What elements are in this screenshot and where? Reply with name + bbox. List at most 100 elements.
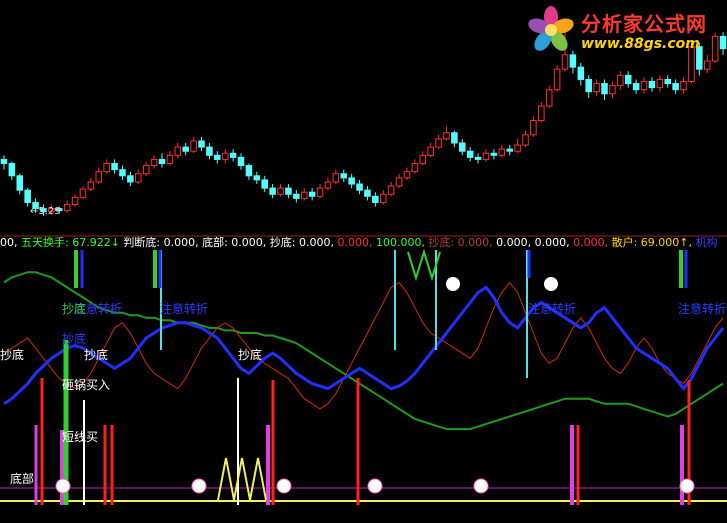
candle-body <box>530 119 537 136</box>
smiley-icon <box>276 478 292 494</box>
status-item: 五天换手: 67.922↓ <box>17 236 120 249</box>
candle-body <box>672 83 679 91</box>
candle-body <box>285 187 292 195</box>
indicator-label: 注意转折 <box>528 302 577 316</box>
candle-body <box>269 187 276 195</box>
candle-body <box>0 158 8 164</box>
status-item: 100.000, <box>372 236 425 249</box>
candle-body <box>624 74 632 85</box>
stock-chart <box>0 30 727 505</box>
candle-body <box>316 187 324 197</box>
candle-body <box>585 78 592 93</box>
candle-body <box>609 85 616 95</box>
site-logo: 分析家公式网 www.88gs.com <box>523 4 723 56</box>
smiley-icon <box>446 277 460 291</box>
candle-body <box>16 175 24 191</box>
status-item: 0.000, <box>531 236 570 249</box>
low-price-marker: ←5.29 <box>30 206 61 217</box>
candle-body <box>79 188 87 198</box>
smiley-icon <box>544 277 558 291</box>
candle-body <box>293 193 300 199</box>
candle-body <box>190 140 197 152</box>
candle-body <box>198 140 205 148</box>
candle-body <box>95 171 103 183</box>
status-item: 散户: 69.000↑, <box>608 236 692 249</box>
indicator-label: 抄底 <box>62 302 87 316</box>
indicator-label: 短线买 <box>62 430 99 444</box>
candle-body <box>648 81 656 89</box>
candle-body <box>237 156 245 167</box>
candle-body <box>364 189 371 197</box>
candle-body <box>601 83 608 95</box>
candle-body <box>506 148 513 152</box>
candle-body <box>221 152 229 160</box>
candle-body <box>395 177 403 187</box>
status-item: 判断底: 0.000, <box>119 236 199 249</box>
status-item: 抄底: 0.000, <box>266 236 334 249</box>
candle-body <box>214 154 221 160</box>
candle-body <box>206 146 213 156</box>
candle-body <box>372 195 379 203</box>
candle-body <box>656 78 664 89</box>
candle-body <box>119 169 126 177</box>
candle-body <box>111 163 118 171</box>
candle-body <box>277 187 284 195</box>
status-item: 0.000, <box>492 236 532 249</box>
candle-body <box>245 165 253 177</box>
candle-body <box>466 150 474 158</box>
candle-body <box>87 181 95 190</box>
status-item: 0.000, <box>569 236 609 249</box>
candle-body <box>308 191 316 197</box>
candle-body <box>411 163 419 173</box>
candle-body <box>135 173 142 183</box>
candle-body <box>340 173 348 179</box>
candle-body <box>127 175 134 183</box>
status-item: 底部: 0.000, <box>198 236 267 249</box>
candle-body <box>174 146 182 156</box>
candle-body <box>166 154 174 165</box>
candle-body <box>324 181 332 189</box>
smiley-icon <box>473 478 489 494</box>
candle-body <box>538 105 545 121</box>
candle-body <box>459 142 466 152</box>
indicator-label: 底部 <box>10 472 35 486</box>
indicator-label: 砸锅买入 <box>62 378 111 392</box>
candle-body <box>348 177 355 185</box>
candle-body <box>403 171 411 179</box>
smiley-icon <box>367 478 383 494</box>
candle-body <box>419 154 427 165</box>
candle-body <box>142 165 150 175</box>
logo-url: www.88gs.com <box>581 36 700 52</box>
indicator-label: 抄底 <box>84 348 109 362</box>
candle-body <box>561 54 569 70</box>
smiley-icon <box>55 478 71 494</box>
smiley-icon <box>191 478 207 494</box>
candle-body <box>332 173 340 183</box>
candle-body <box>8 163 16 177</box>
candle-body <box>664 78 671 85</box>
status-item: 抄底: 0.000, <box>424 236 493 249</box>
status-item: 机构 <box>691 236 718 249</box>
candle-body <box>703 60 711 70</box>
candle-body <box>182 146 189 152</box>
candle-body <box>63 204 71 212</box>
candle-body <box>451 132 458 144</box>
smiley-icon <box>679 478 695 494</box>
candle-body <box>150 158 158 167</box>
indicator-label: 抄底 <box>62 332 87 346</box>
status-item: 00, <box>0 236 18 249</box>
candle-body <box>632 83 640 91</box>
indicator-status-bar: 00, 五天换手: 67.922↓ 判断底: 0.000, 底部: 0.000,… <box>0 236 727 250</box>
candle-body <box>379 193 387 203</box>
candle-body <box>253 175 261 181</box>
candle-body <box>427 146 434 156</box>
candle-body <box>229 152 237 158</box>
green-indicator-line <box>3 271 724 431</box>
indicator-label: 注意转折 <box>160 302 209 316</box>
candle-body <box>387 185 395 195</box>
candle-body <box>482 152 490 160</box>
status-item: 0.000, <box>333 236 373 249</box>
candle-body <box>24 189 31 203</box>
indicator-label: 注意转折 <box>678 302 727 316</box>
candle-body <box>522 134 529 146</box>
